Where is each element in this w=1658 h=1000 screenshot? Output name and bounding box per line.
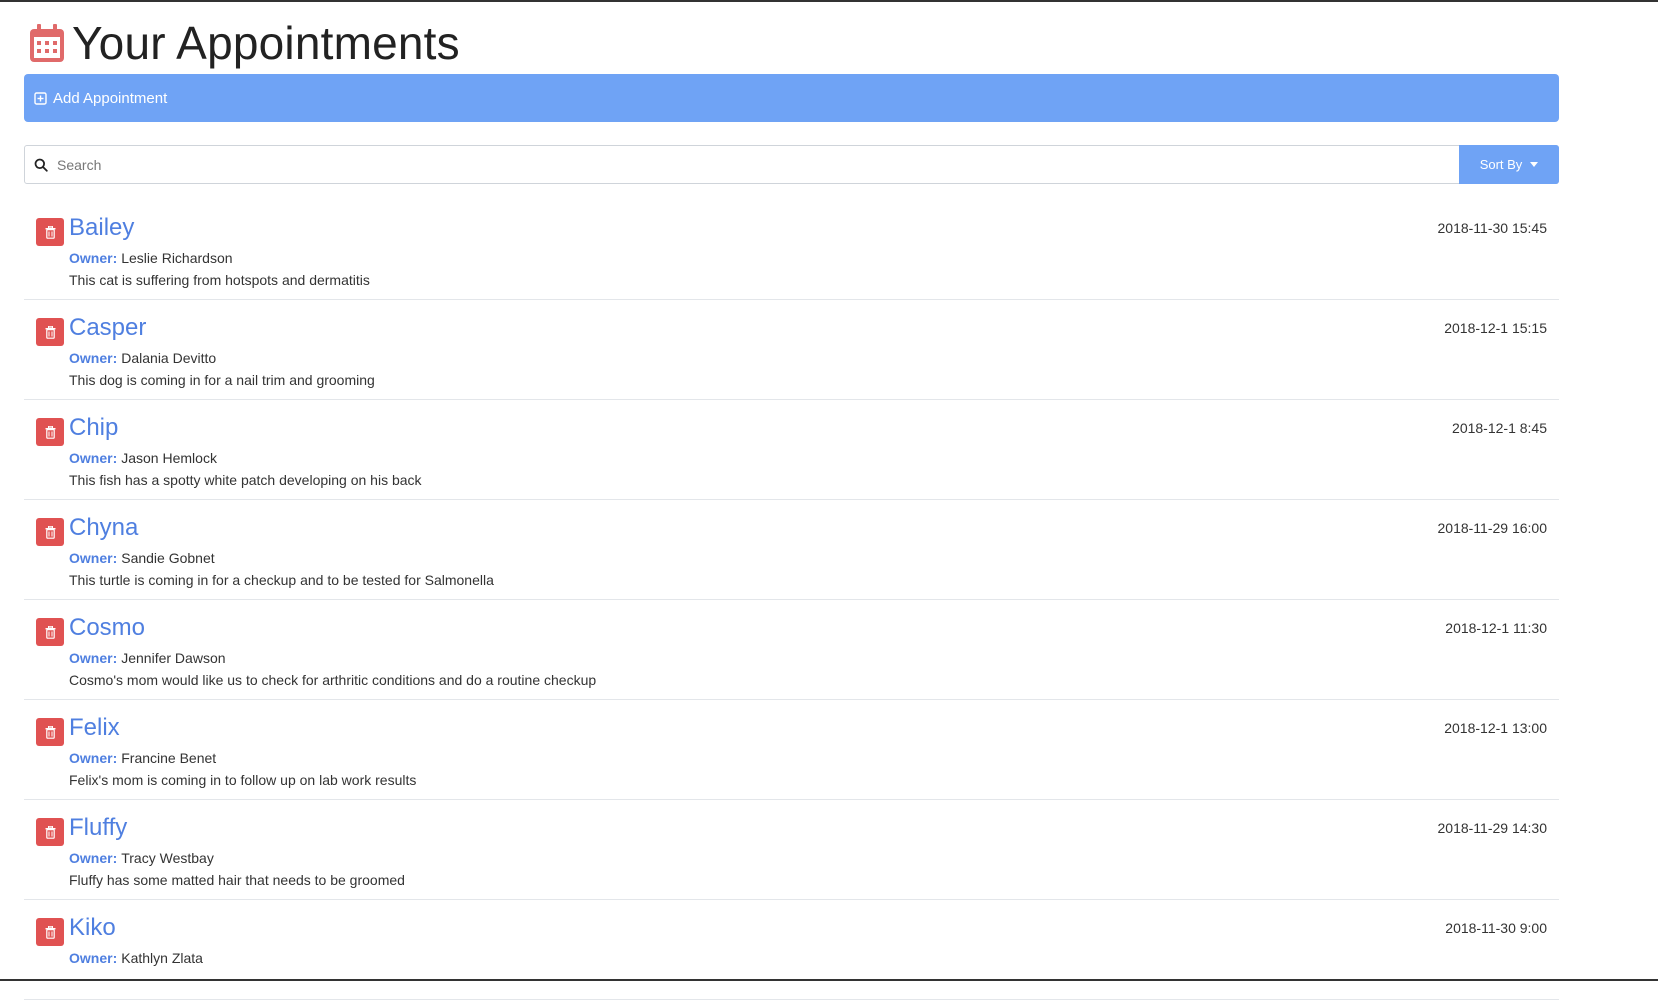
delete-appointment-button[interactable] [36, 418, 64, 446]
search-bar: Sort By [24, 145, 1559, 184]
owner-line: Owner: Leslie Richardson [69, 250, 233, 266]
pet-name[interactable]: Cosmo [69, 614, 145, 642]
owner-name: Jason Hemlock [121, 450, 217, 466]
search-icon-container [25, 146, 57, 183]
pet-name[interactable]: Casper [69, 314, 146, 342]
delete-appointment-button[interactable] [36, 618, 64, 646]
trash-icon [45, 425, 55, 439]
delete-appointment-button[interactable] [36, 518, 64, 546]
search-input[interactable] [57, 146, 1459, 183]
pet-name[interactable]: Chyna [69, 514, 138, 542]
appointment-item: Felix 2018-12-1 13:00 Owner: Francine Benet… [24, 700, 1559, 800]
appointment-notes: Fluffy has some matted hair that needs t… [69, 872, 405, 888]
pet-name[interactable]: Kiko [69, 914, 116, 942]
appointment-date: 2018-12-1 8:45 [1452, 420, 1547, 436]
appointment-date: 2018-11-29 14:30 [1437, 820, 1548, 836]
appointment-date: 2018-12-1 11:30 [1445, 620, 1547, 636]
owner-label: Owner: [69, 550, 118, 566]
appointment-item: Cosmo 2018-12-1 11:30 Owner: Jennifer Dawso… [24, 600, 1559, 700]
pet-name[interactable]: Fluffy [69, 814, 127, 842]
plus-square-icon [34, 91, 47, 105]
owner-label: Owner: [69, 650, 118, 666]
owner-line: Owner: Tracy Westbay [69, 850, 214, 866]
sort-by-label: Sort By [1479, 157, 1523, 172]
appointment-item: Chip 2018-12-1 8:45 Owner: Jason Hemlock Thi… [24, 400, 1559, 500]
appointment-date: 2018-11-29 16:00 [1437, 520, 1548, 536]
delete-appointment-button[interactable] [36, 218, 64, 246]
owner-name: Tracy Westbay [121, 850, 214, 866]
owner-line: Owner: Francine Benet [69, 750, 216, 766]
top-border [0, 0, 1658, 2]
appointment-item: Casper 2018-12-1 15:15 Owner: Dalania Devit… [24, 300, 1559, 400]
appointment-notes: Felix's mom is coming in to follow up on… [69, 772, 417, 788]
caret-down-icon [1530, 162, 1539, 167]
trash-icon [45, 525, 55, 539]
owner-line: Owner: Sandie Gobnet [69, 550, 215, 566]
appointment-date: 2018-11-30 15:45 [1437, 220, 1548, 236]
appointment-item: Kiko 2018-11-30 9:00 Owner: Kathlyn Zlata [24, 900, 1559, 1000]
delete-appointment-button[interactable] [36, 318, 64, 346]
delete-appointment-button[interactable] [36, 918, 64, 946]
owner-name: Sandie Gobnet [121, 550, 215, 566]
appointment-item: Bailey 2018-11-30 15:45 Owner: Leslie Richa… [24, 200, 1559, 300]
appointment-notes: Cosmo's mom would like us to check for a… [69, 672, 597, 688]
owner-name: Dalania Devitto [121, 350, 217, 366]
trash-icon [45, 725, 55, 739]
owner-label: Owner: [69, 250, 118, 266]
appointment-notes: This turtle is coming in for a checkup a… [69, 572, 494, 588]
search-icon [34, 158, 48, 172]
appointment-date: 2018-11-30 9:00 [1445, 920, 1547, 936]
pet-name[interactable]: Felix [69, 714, 120, 742]
appointment-list: Bailey 2018-11-30 15:45 Owner: Leslie Richa… [24, 200, 1559, 1000]
appointment-date: 2018-12-1 15:15 [1444, 320, 1547, 336]
owner-name: Jennifer Dawson [121, 650, 226, 666]
trash-icon [45, 825, 55, 839]
trash-icon [45, 925, 55, 939]
add-appointment-button[interactable]: Add Appointment [24, 74, 1559, 122]
owner-label: Owner: [69, 750, 118, 766]
trash-icon [45, 225, 55, 239]
owner-label: Owner: [69, 850, 118, 866]
calendar-icon [30, 24, 64, 62]
delete-appointment-button[interactable] [36, 818, 64, 846]
owner-name: Kathlyn Zlata [121, 950, 203, 966]
owner-line: Owner: Dalania Devitto [69, 350, 216, 366]
owner-name: Leslie Richardson [121, 250, 233, 266]
page-title: Your Appointments [72, 17, 460, 69]
page-header: Your Appointments [28, 14, 460, 72]
appointment-date: 2018-12-1 13:00 [1444, 720, 1547, 736]
appointment-item: Fluffy 2018-11-29 14:30 Owner: Tracy Westba… [24, 800, 1559, 900]
owner-label: Owner: [69, 950, 118, 966]
owner-label: Owner: [69, 350, 118, 366]
appointment-notes: This dog is coming in for a nail trim an… [69, 372, 375, 388]
owner-line: Owner: Jason Hemlock [69, 450, 217, 466]
delete-appointment-button[interactable] [36, 718, 64, 746]
appointment-notes: This cat is suffering from hotspots and … [69, 272, 370, 288]
appointment-notes: This fish has a spotty white patch devel… [69, 472, 422, 488]
appointment-item: Chyna 2018-11-29 16:00 Owner: Sandie Gobnet… [24, 500, 1559, 600]
trash-icon [45, 625, 55, 639]
owner-name: Francine Benet [121, 750, 217, 766]
trash-icon [45, 325, 55, 339]
sort-by-button[interactable]: Sort By [1459, 145, 1559, 184]
add-appointment-label: Add Appointment [53, 89, 168, 107]
pet-name[interactable]: Bailey [69, 214, 134, 242]
owner-label: Owner: [69, 450, 118, 466]
owner-line: Owner: Jennifer Dawson [69, 650, 226, 666]
owner-line: Owner: Kathlyn Zlata [69, 950, 203, 966]
pet-name[interactable]: Chip [69, 414, 118, 442]
